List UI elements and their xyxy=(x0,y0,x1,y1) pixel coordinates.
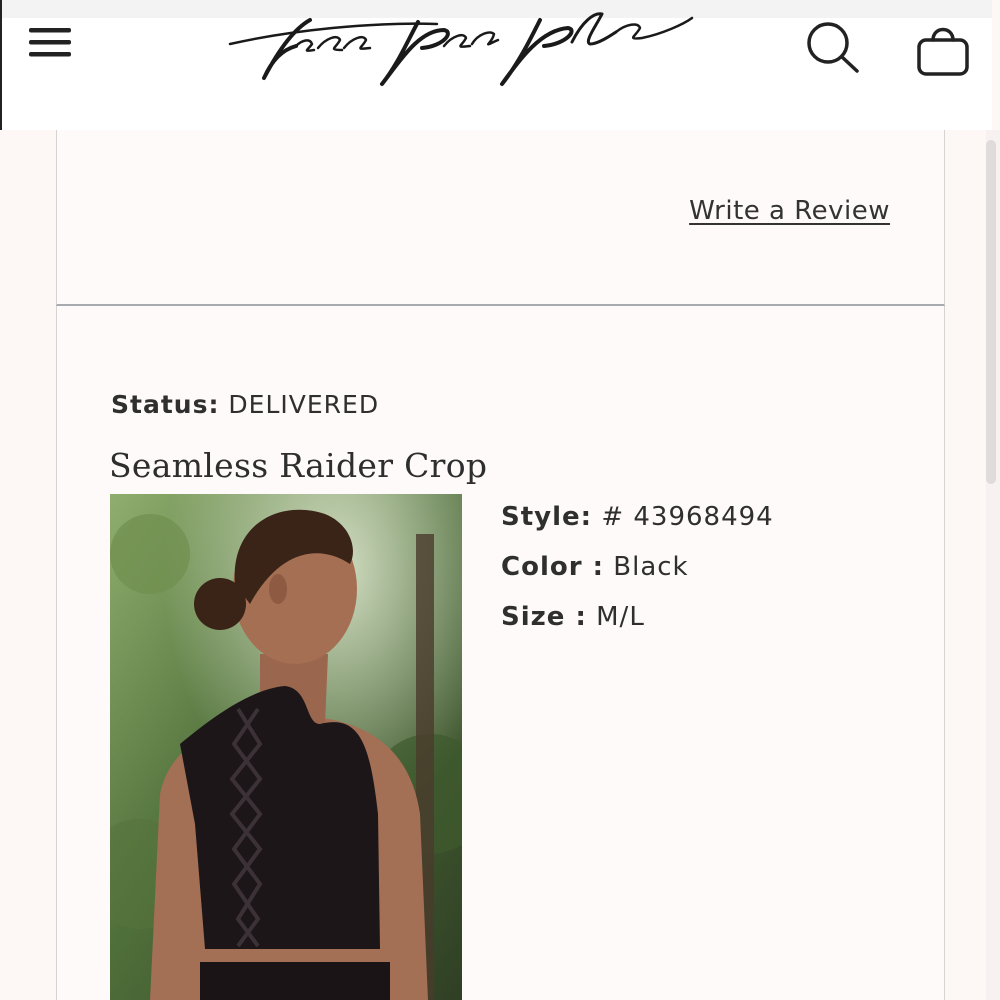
color-row: Color : Black xyxy=(501,552,774,602)
shopping-bag-icon xyxy=(917,27,969,76)
style-row: Style: # 43968494 xyxy=(501,502,774,552)
menu-button[interactable] xyxy=(27,22,73,62)
style-value: # 43968494 xyxy=(601,502,774,532)
site-header xyxy=(0,0,992,130)
order-status: Status: DELIVERED xyxy=(111,390,379,419)
product-photo-illustration xyxy=(110,494,462,1000)
product-image[interactable] xyxy=(110,494,462,1000)
shopping-bag-button[interactable] xyxy=(910,20,976,80)
review-section: Write a Review xyxy=(56,130,945,306)
free-people-logo xyxy=(228,12,694,86)
size-row: Size : M/L xyxy=(501,602,774,652)
size-label: Size : xyxy=(501,602,587,632)
style-label: Style: xyxy=(501,502,593,532)
brand-logo[interactable] xyxy=(222,0,702,95)
write-review-link[interactable]: Write a Review xyxy=(689,196,890,226)
search-icon xyxy=(807,22,859,73)
search-button[interactable] xyxy=(802,18,866,78)
product-details: Style: # 43968494 Color : Black Size : M… xyxy=(501,502,774,652)
product-title[interactable]: Seamless Raider Crop xyxy=(109,446,487,485)
size-value: M/L xyxy=(596,602,645,632)
hamburger-menu-icon xyxy=(29,28,71,57)
color-label: Color : xyxy=(501,552,604,582)
status-label: Status: xyxy=(111,390,220,419)
scrollbar-thumb[interactable] xyxy=(986,140,996,484)
order-item-card: Status: DELIVERED Seamless Raider Crop S… xyxy=(56,306,945,1000)
status-value: DELIVERED xyxy=(228,390,380,419)
color-value: Black xyxy=(613,552,689,582)
